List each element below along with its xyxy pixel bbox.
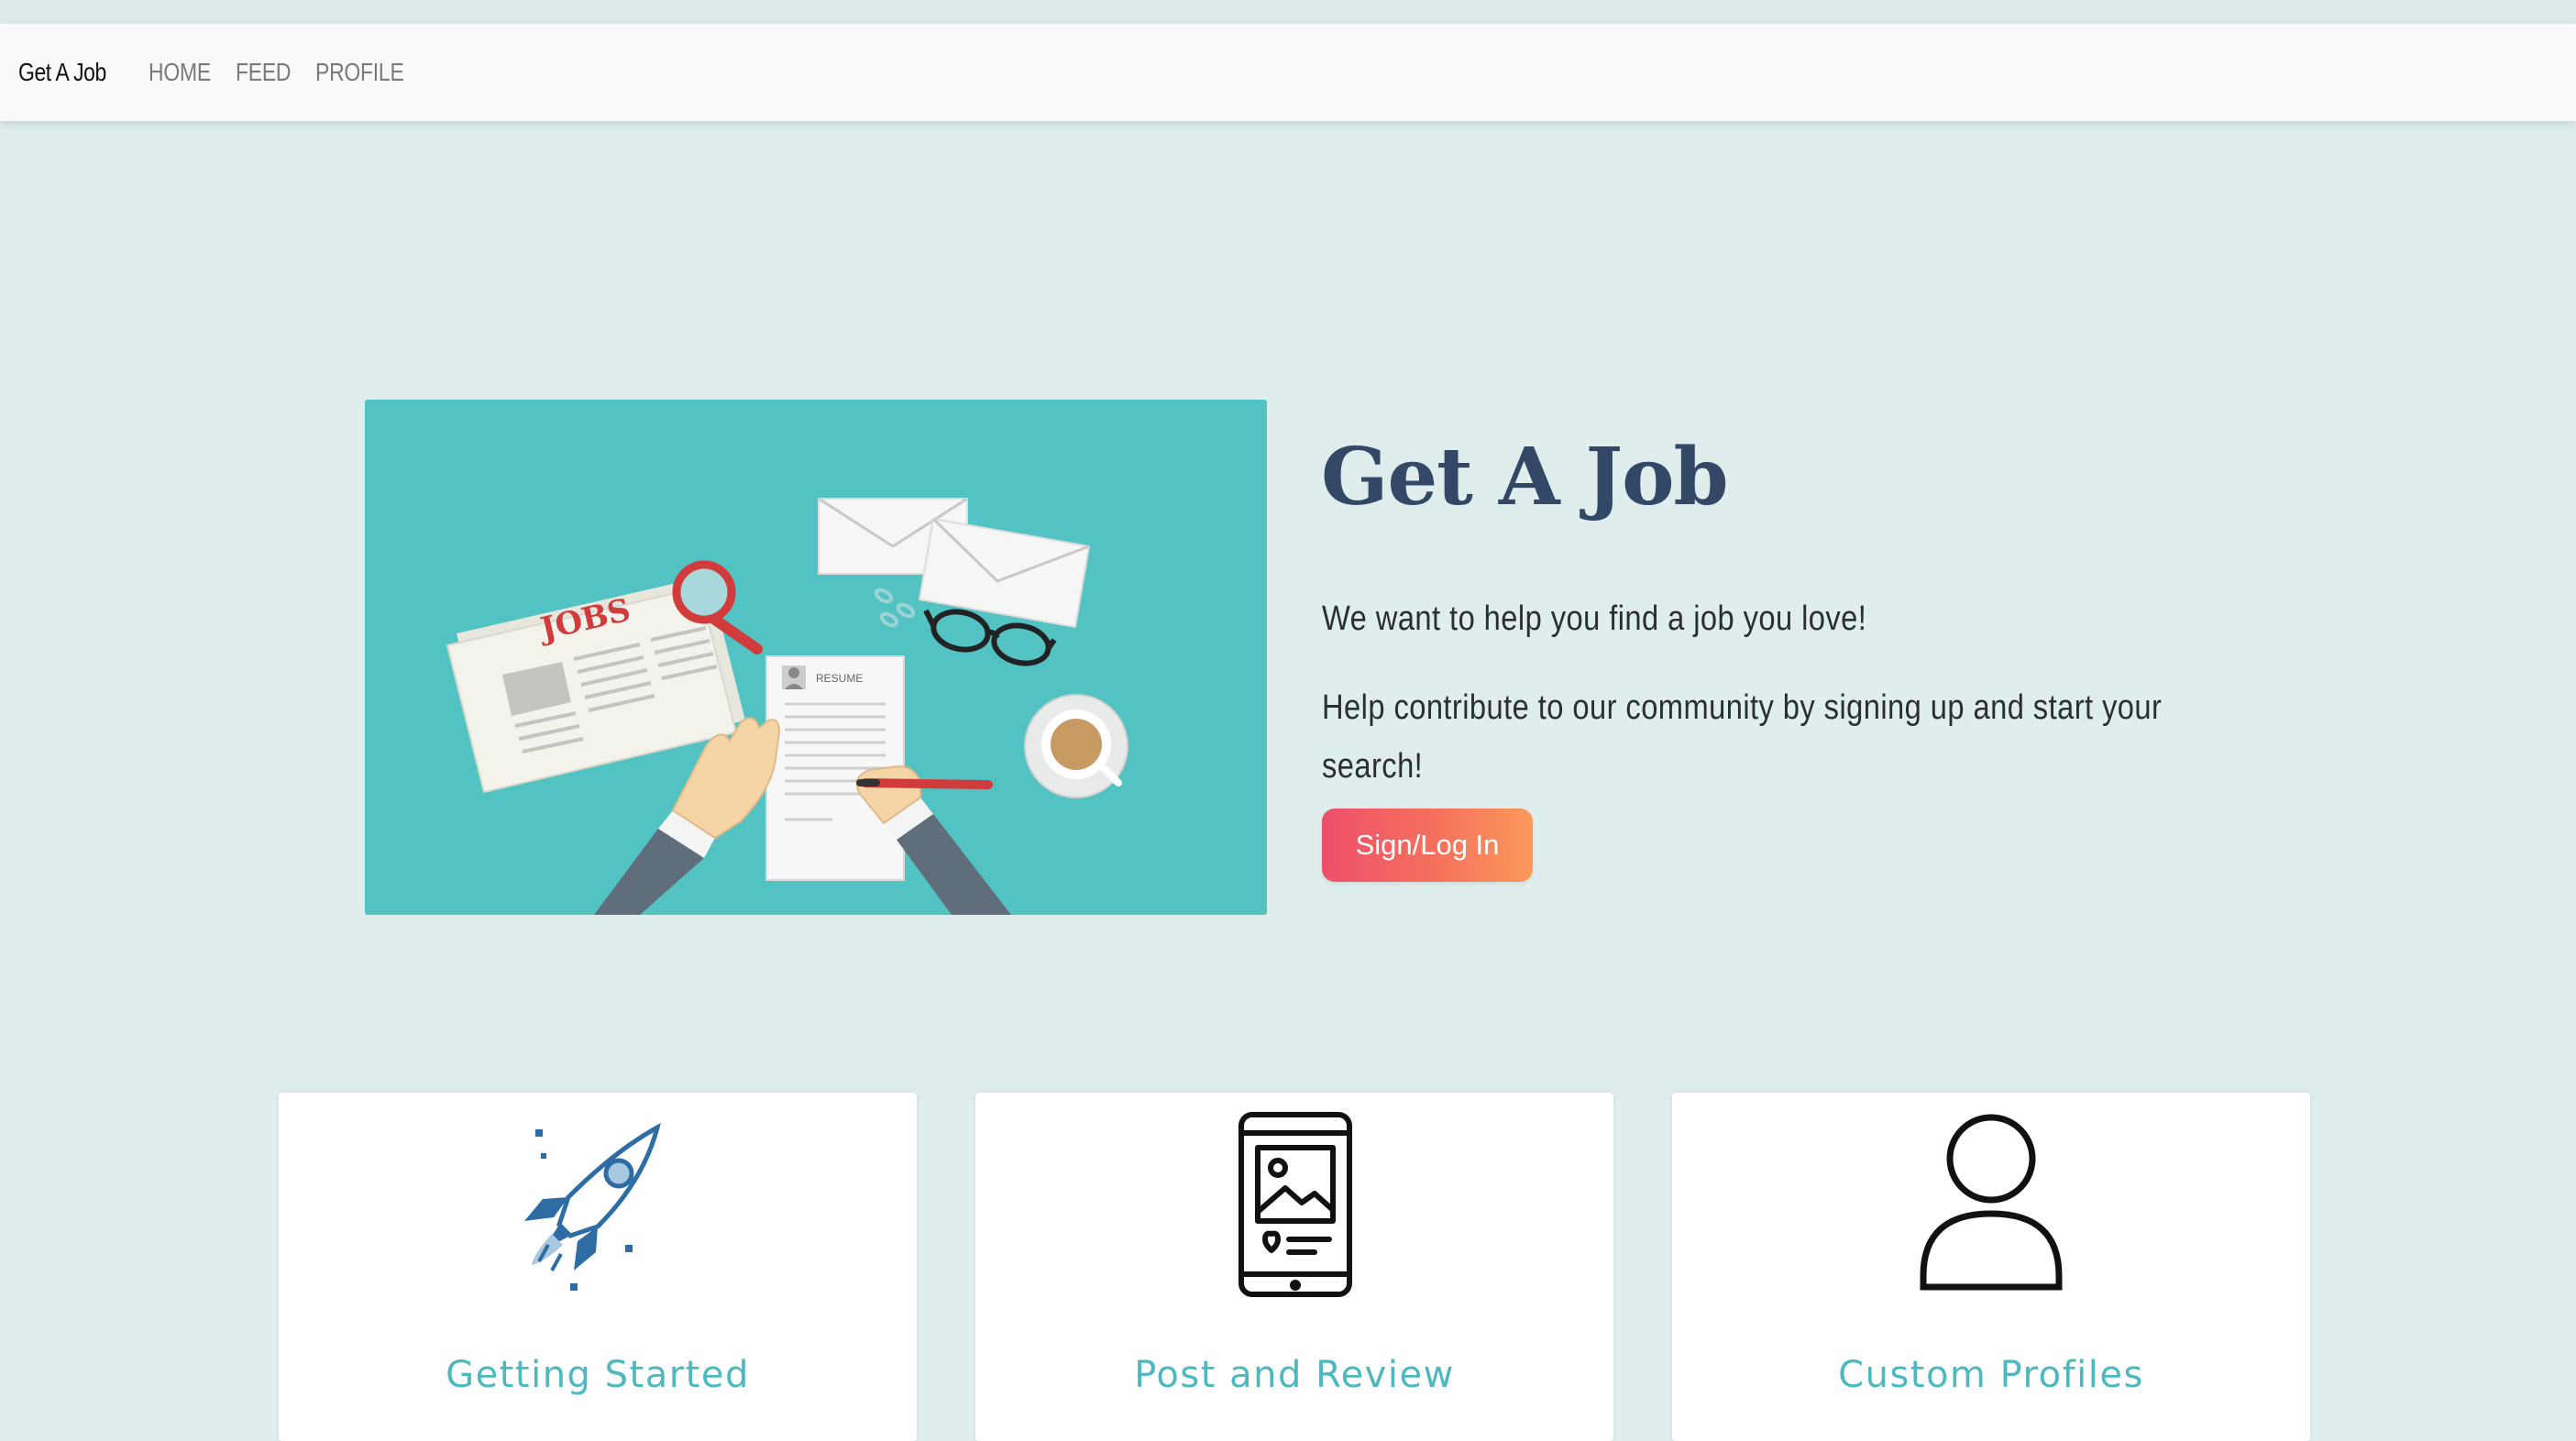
sign-login-button[interactable]: Sign/Log In [1322,808,1533,882]
navbar: Get A Job HOME FEED PROFILE [0,24,2576,121]
nav-link-feed[interactable]: FEED [236,24,292,121]
feature-card-post-review[interactable]: Post and Review [975,1093,1613,1441]
nav-link-profile[interactable]: PROFILE [315,24,404,121]
feature-title: Post and Review [1134,1354,1455,1396]
nav-links: HOME FEED PROFILE [149,24,453,121]
feature-card-getting-started[interactable]: Getting Started [279,1093,917,1441]
feature-title: Custom Profiles [1838,1354,2144,1396]
rocket-icon [524,1122,661,1291]
user-profile-icon [1920,1114,2063,1291]
hero-description: Help contribute to our community by sign… [1322,688,2163,786]
resume-label: RESUME [816,672,863,685]
feature-card-custom-profiles[interactable]: Custom Profiles [1672,1093,2310,1441]
window-top-strip [0,0,2576,24]
nav-link-home[interactable]: HOME [149,24,211,121]
coffee-cup-icon [1024,694,1128,798]
hero-illustration: JOBS RESUME [365,400,1267,915]
nav-brand[interactable]: Get A Job [18,24,106,121]
hero-title: Get A Job [1321,431,1729,523]
feature-title: Getting Started [446,1354,750,1396]
hero-tagline: We want to help you find a job you love! [1322,600,1867,638]
mobile-post-icon [1238,1112,1352,1297]
